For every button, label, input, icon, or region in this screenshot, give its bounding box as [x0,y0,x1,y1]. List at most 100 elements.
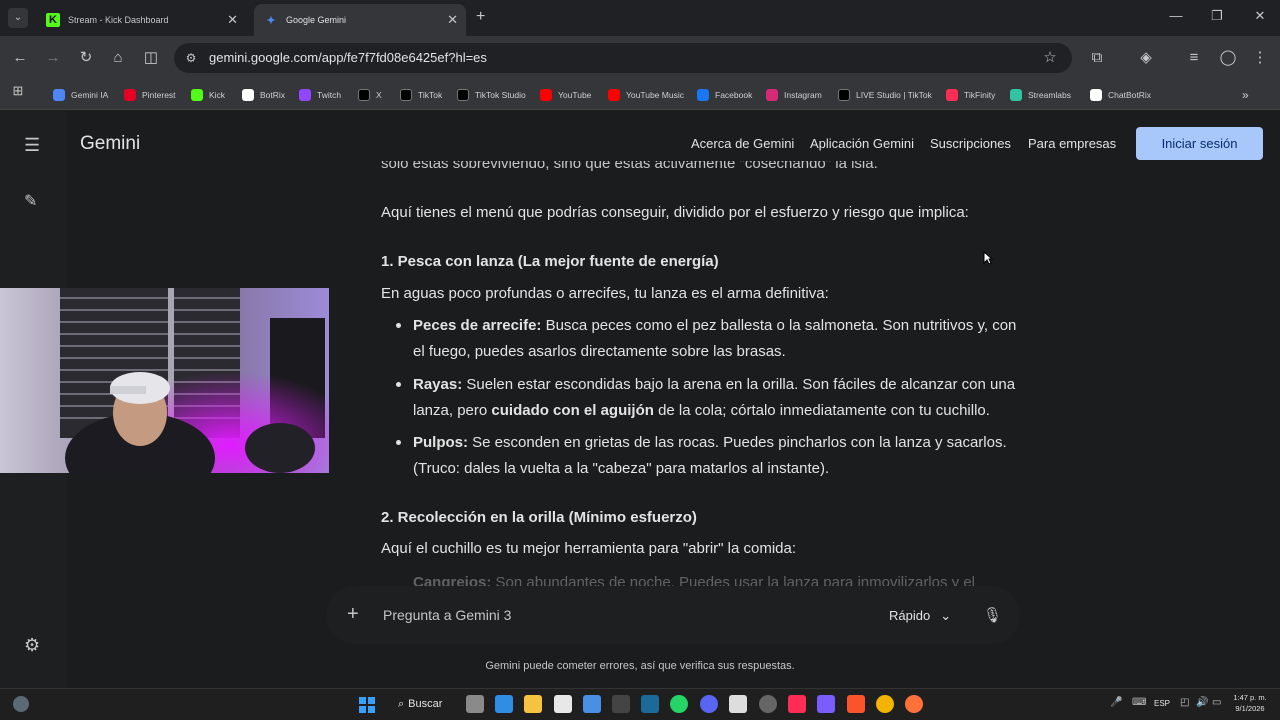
bookmarks-overflow-icon[interactable]: » [1242,85,1249,105]
bookmark-tikfinity[interactable]: TikFinity [946,85,995,105]
new-chat-icon[interactable]: ✎ [24,191,37,211]
incognito-icon[interactable]: ◈ [1136,48,1156,68]
home-icon[interactable]: ⌂ [108,48,128,68]
new-tab-icon[interactable]: + [476,8,485,26]
split-view-icon[interactable]: ◫ [141,48,161,68]
bookmark-label: Instagram [784,90,822,100]
widgets-icon[interactable] [13,696,29,712]
bookmark-star-icon[interactable]: ☆ [1040,48,1060,68]
bookmark-x[interactable]: X [358,85,382,105]
nav-about[interactable]: Acerca de Gemini [691,136,794,151]
brave-icon[interactable] [847,695,865,713]
prompt-input[interactable]: Pregunta a Gemini 3 [383,607,511,623]
add-attachment-icon[interactable]: + [347,603,359,626]
bookmark-youtube-music[interactable]: YouTube Music [608,85,684,105]
bookmark-favicon-icon [838,89,850,101]
bookmark-label: ChatBotRix [1108,90,1151,100]
clock-time: 1:47 p. m. [1233,693,1267,702]
bookmark-tiktok-studio[interactable]: TikTok Studio [457,85,526,105]
volume-icon[interactable]: 🔊 [1196,697,1208,708]
apps-grid-icon[interactable]: ⊞ [8,81,28,101]
tiktok-icon[interactable] [788,695,806,713]
bookmark-favicon-icon [457,89,469,101]
hamburger-menu-icon[interactable]: ☰ [24,135,40,156]
bookmark-favicon-icon [1010,89,1022,101]
keyboard-tray-icon[interactable]: ⌨ [1132,697,1146,708]
url-text[interactable]: gemini.google.com/app/fe7f7fd08e6425ef?h… [209,50,487,65]
signin-button[interactable]: Iniciar sesión [1136,127,1263,160]
bookmark-pinterest[interactable]: Pinterest [124,85,176,105]
bookmark-label: TikFinity [964,90,996,100]
tab-strip: ⌄ K Stream - Kick Dashboard ✕ ✦ Google G… [0,0,1280,36]
bookmark-kick[interactable]: Kick [191,85,225,105]
bookmark-youtube[interactable]: YouTube [540,85,591,105]
capcut-icon[interactable] [729,695,747,713]
bookmark-facebook[interactable]: Facebook [697,85,752,105]
forward-icon[interactable]: → [43,48,63,68]
bookmark-live-studio-tiktok[interactable]: LIVE Studio | TikTok [838,85,932,105]
network-icon[interactable]: ◰ [1180,697,1189,708]
obs-icon[interactable] [759,695,777,713]
bookmark-label: LIVE Studio | TikTok [856,90,932,100]
section2-lead: Aquí el cuchillo es tu mejor herramienta… [381,540,797,557]
extensions-icon[interactable]: ⧉ [1087,48,1107,68]
tab-google-gemini[interactable]: ✦ Google Gemini ✕ [254,4,466,36]
window-close-icon[interactable]: ✕ [1250,8,1270,24]
notion-icon[interactable] [554,695,572,713]
tab-kick-dashboard[interactable]: K Stream - Kick Dashboard ✕ [36,4,246,36]
terminal-icon[interactable] [612,695,630,713]
tab-close-icon[interactable]: ✕ [227,12,238,28]
photos-icon[interactable] [495,695,513,713]
bullet-dot [396,323,401,328]
bookmark-gemini-ia[interactable]: Gemini IA [53,85,108,105]
bookmark-streamlabs[interactable]: Streamlabs [1010,85,1071,105]
copilot-icon[interactable] [817,695,835,713]
section1-heading: 1. Pesca con lanza (La mejor fuente de e… [381,253,719,270]
discord-icon[interactable] [700,695,718,713]
bookmark-favicon-icon [124,89,136,101]
bookmark-tiktok[interactable]: TikTok [400,85,442,105]
bookmark-favicon-icon [53,89,65,101]
settings-gear-icon[interactable]: ⚙ [24,635,40,656]
store-icon[interactable] [583,695,601,713]
bookmark-chatbotrix[interactable]: ChatBotRix [1090,85,1151,105]
gemini-logo[interactable]: Gemini [80,133,140,155]
mode-selector[interactable]: Rápido ⌄ [889,608,951,624]
tab-close-icon[interactable]: ✕ [447,12,458,28]
profile-icon[interactable]: ◯ [1218,48,1238,68]
language-indicator[interactable]: ESP [1154,699,1170,708]
file-viewer-icon[interactable] [466,695,484,713]
list-item-octopus: Pulpos: Se esconden en grietas de las ro… [413,434,1007,451]
nav-subscriptions[interactable]: Suscripciones [930,136,1011,151]
reload-icon[interactable]: ↻ [76,48,96,68]
nav-app[interactable]: Aplicación Gemini [810,136,914,151]
bookmark-twitch[interactable]: Twitch [299,85,341,105]
bookmark-instagram[interactable]: Instagram [766,85,822,105]
nav-business[interactable]: Para empresas [1028,136,1116,151]
bookmark-botrix[interactable]: BotRix [242,85,285,105]
tab-title: Google Gemini [286,15,347,25]
firefox-icon[interactable] [905,695,923,713]
whatsapp-icon[interactable] [670,695,688,713]
maximize-icon[interactable]: ❐ [1207,8,1227,24]
bookmark-favicon-icon [400,89,412,101]
search-icon: ⌕ [398,697,405,710]
item-bold: Pulpos: [413,434,468,451]
menu-kebab-icon[interactable]: ⋮ [1250,48,1270,68]
start-windows-icon[interactable] [359,697,375,713]
battery-icon[interactable]: ▭ [1212,697,1221,708]
bookmark-favicon-icon [608,89,620,101]
site-info-icon[interactable]: ⚙ [181,48,201,68]
back-icon[interactable]: ← [10,48,30,68]
tab-search-icon[interactable]: ⌄ [8,8,28,28]
file-explorer-icon[interactable] [524,695,542,713]
minimize-icon[interactable]: — [1166,8,1186,23]
steam-icon[interactable] [641,695,659,713]
item-text: lanza, pero [413,402,492,419]
clock[interactable]: 1:47 p. m. 9/1/2026 [1232,692,1268,714]
media-controls-icon[interactable]: ≡ [1184,48,1204,68]
mic-tray-icon[interactable]: 🎤 [1110,697,1122,708]
chrome-icon[interactable] [876,695,894,713]
microphone-off-icon[interactable]: 🎙 [983,606,1002,624]
taskbar-search[interactable]: ⌕ Buscar [388,694,450,714]
